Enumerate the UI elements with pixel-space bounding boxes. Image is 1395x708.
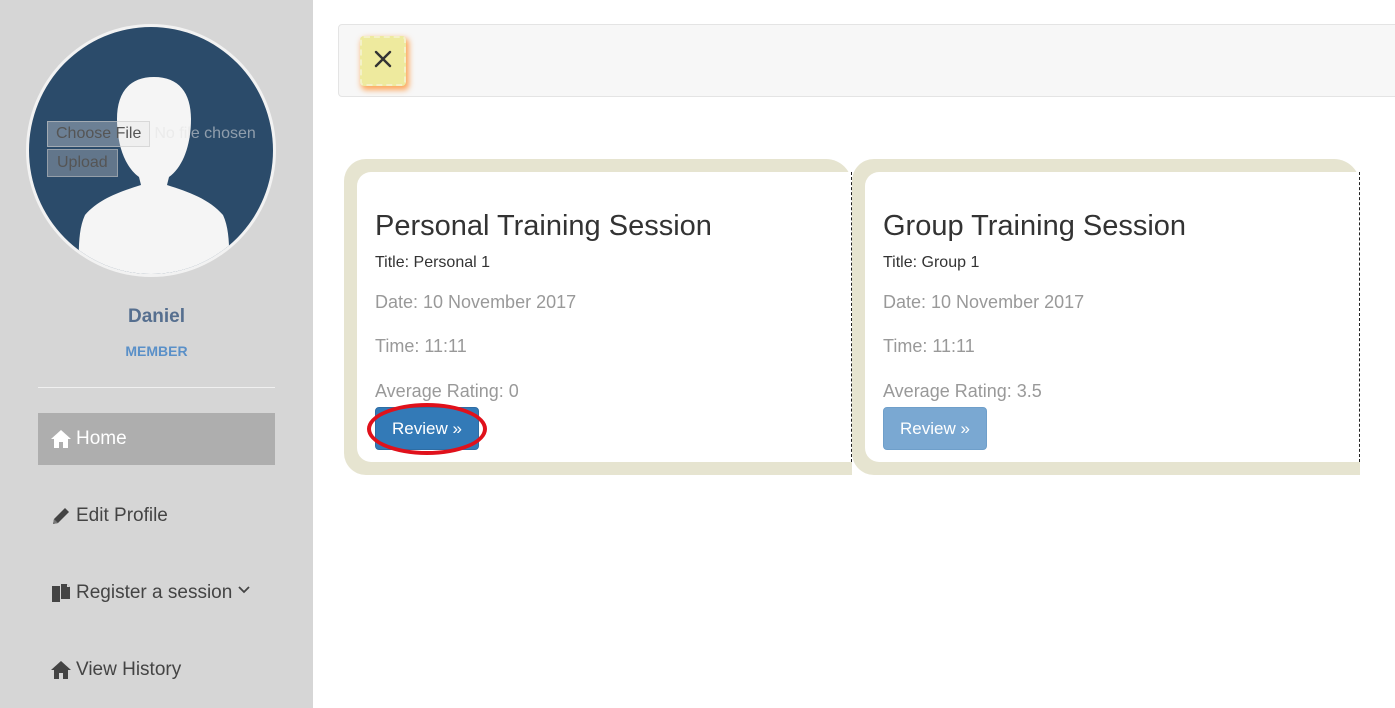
choose-file-button[interactable]: Choose File: [47, 121, 151, 147]
card-heading: Personal Training Session: [375, 210, 712, 242]
session-rating: Average Rating: 3.5: [883, 381, 1042, 401]
file-input[interactable]: Choose File No file chosen: [47, 121, 287, 147]
nav-item-register-session[interactable]: Register a session: [38, 567, 275, 619]
sidebar-divider: [38, 387, 275, 388]
card-body: Personal Training Session Title: Persona…: [357, 172, 852, 462]
close-button[interactable]: [360, 36, 406, 86]
nav-item-edit-profile[interactable]: Edit Profile: [38, 490, 275, 542]
session-date: Date: 10 November 2017: [375, 292, 577, 312]
home-icon: [50, 428, 72, 450]
top-toolbar: [338, 24, 1395, 97]
nav-item-label: View History: [76, 659, 182, 680]
review-button[interactable]: Review »: [375, 407, 479, 450]
user-role: MEMBER: [125, 343, 188, 359]
documents-icon: [50, 582, 72, 604]
session-card-group: Group Training Session Title: Group 1 Da…: [852, 159, 1360, 475]
review-button[interactable]: Review »: [883, 407, 987, 450]
nav-item-view-history[interactable]: View History: [38, 644, 275, 696]
session-card-personal: Personal Training Session Title: Persona…: [344, 159, 852, 475]
session-time: Time: 11:11: [375, 336, 467, 356]
card-heading: Group Training Session: [883, 210, 1187, 242]
session-time: Time: 11:11: [883, 336, 975, 356]
session-title: Title: Personal 1: [375, 254, 491, 271]
nav-item-home[interactable]: Home: [38, 413, 275, 465]
upload-button[interactable]: Upload: [47, 149, 118, 177]
nav-item-label: Register a session: [76, 582, 233, 603]
session-date: Date: 10 November 2017: [883, 292, 1085, 312]
session-rating: Average Rating: 0: [375, 381, 519, 401]
chevron-down-icon: [238, 581, 250, 597]
user-name: Daniel: [127, 306, 186, 327]
close-icon: [373, 49, 393, 74]
session-title: Title: Group 1: [883, 254, 980, 271]
file-status-text: No file chosen: [154, 125, 256, 142]
nav-item-label: Home: [76, 428, 127, 449]
home-icon: [50, 659, 72, 681]
sidebar: Choose File No file chosen Upload Daniel…: [0, 0, 313, 708]
card-body: Group Training Session Title: Group 1 Da…: [865, 172, 1360, 462]
nav-item-label: Edit Profile: [76, 505, 168, 526]
pencil-icon: [50, 505, 72, 527]
